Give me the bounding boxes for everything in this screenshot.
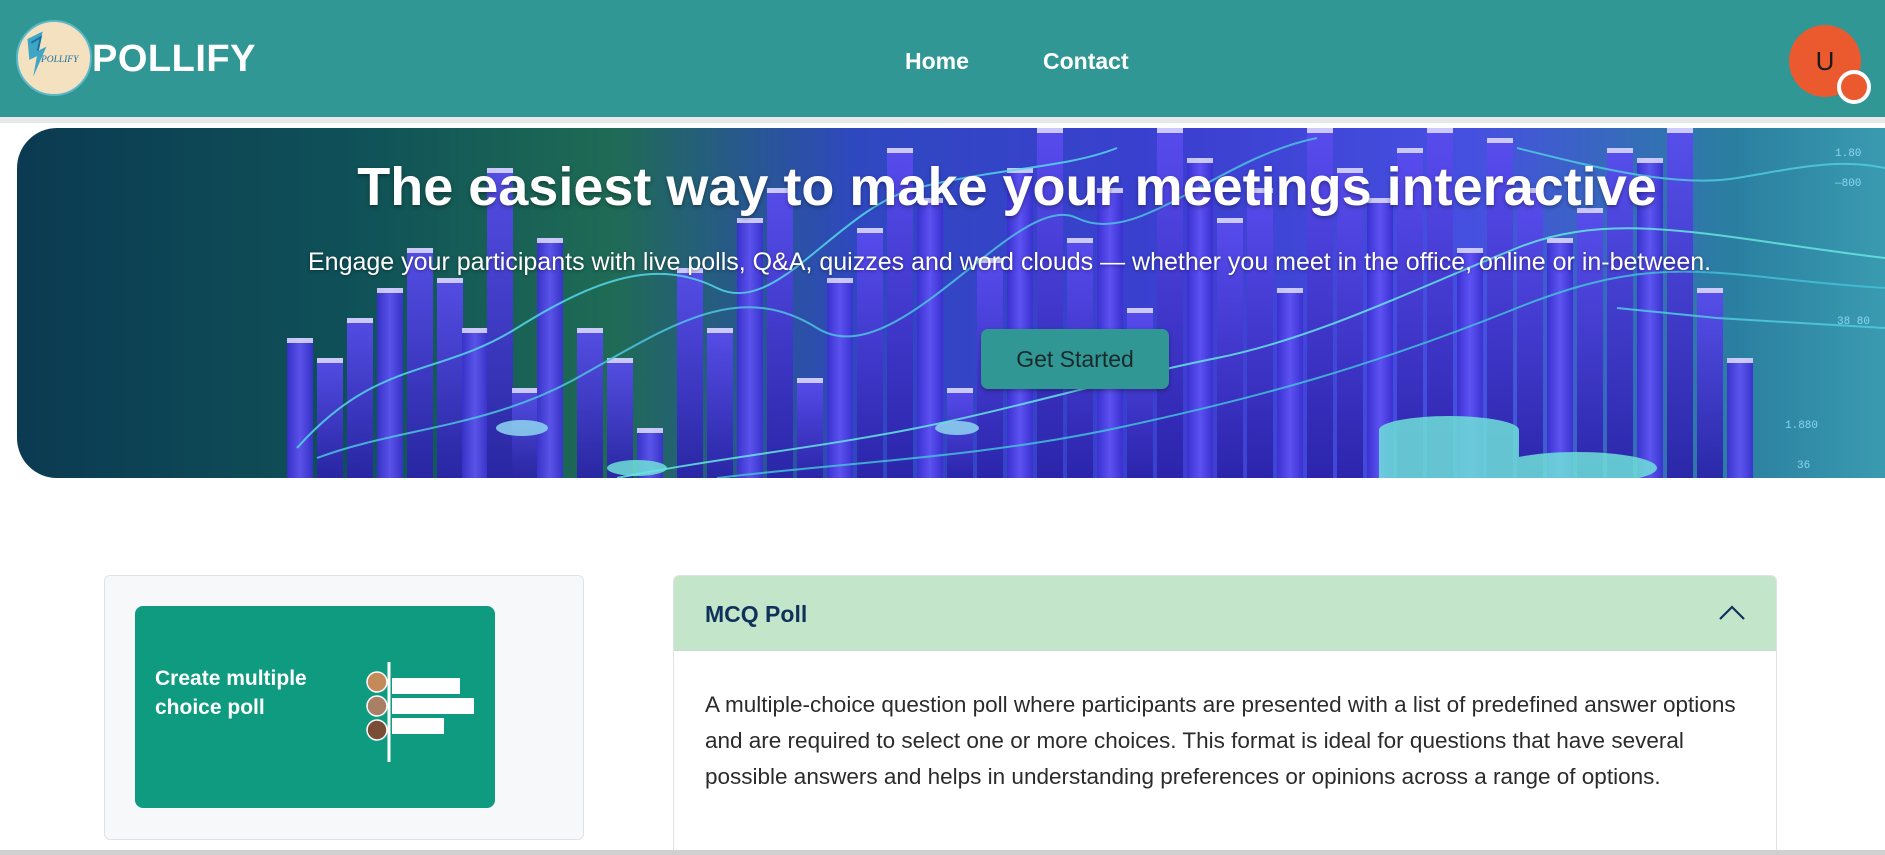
hero-bar-cap: [1697, 288, 1723, 293]
hero-bar: [347, 318, 373, 478]
hero-bar: [677, 268, 703, 478]
hero-bar-cap: [347, 318, 373, 323]
hero-bar: [407, 248, 433, 478]
hero-bar: [287, 338, 313, 478]
hero-bar-cap: [462, 328, 488, 333]
hero-title: The easiest way to make your meetings in…: [357, 157, 1657, 217]
svg-text:36: 36: [1797, 460, 1810, 472]
hero-bar-cap: [437, 278, 463, 283]
poll-type-card: Create multiple choice poll: [104, 575, 584, 840]
svg-text:38 80: 38 80: [1837, 316, 1870, 328]
hero-subtitle: Engage your participants with live polls…: [308, 248, 1712, 276]
hero-bar-cap: [707, 328, 733, 333]
hero-bar-cap: [1217, 218, 1243, 223]
accordion-body: A multiple-choice question poll where pa…: [705, 692, 1736, 789]
poll-bars-icon: [366, 662, 474, 762]
hero-banner: 1.80 —800 38 80 1.880 36 The easiest way…: [17, 128, 1885, 478]
mcq-poll-tile[interactable]: Create multiple choice poll: [135, 606, 495, 808]
accordion-title: MCQ Poll: [705, 601, 808, 627]
hero-bar: [437, 278, 463, 478]
svg-text:1.880: 1.880: [1785, 420, 1818, 432]
hero-bar-cap: [1667, 128, 1693, 133]
hero-bar-cap: [947, 388, 973, 393]
hero-bar-cap: [1067, 238, 1093, 243]
hero-bar: [797, 378, 823, 478]
hero-bar-cap: [377, 288, 403, 293]
hero-bar-cap: [537, 238, 563, 243]
hero-bar-cap: [1547, 238, 1573, 243]
hero-bar-cap: [1397, 148, 1423, 153]
hero-bar-cap: [737, 218, 763, 223]
hero-bar-cap: [887, 148, 913, 153]
hero-bar: [1247, 188, 1273, 478]
hero-bar: [917, 198, 943, 478]
hero-bar-cap: [857, 228, 883, 233]
hero-bar-cap: [1487, 138, 1513, 143]
hero-bar-cap: [1307, 128, 1333, 133]
hero-bar: [607, 358, 633, 478]
nav-home-link[interactable]: Home: [905, 48, 969, 75]
navbar: POLLIFY POLLIFY Home Contact U: [0, 0, 1885, 123]
mcq-poll-accordion: MCQ Poll A multiple-choice question poll…: [673, 575, 1777, 855]
logo-text: POLLIFY: [40, 55, 80, 65]
brand-name: POLLIFY: [92, 38, 256, 80]
hero-bar-cap: [1127, 308, 1153, 313]
hero-bar-cap: [827, 278, 853, 283]
hero-bar-cap: [1727, 358, 1753, 363]
hero-bar-cap: [1427, 128, 1453, 133]
hero-bar: [1727, 358, 1753, 478]
hero-bar-cap: [1607, 148, 1633, 153]
hero-bar-cap: [512, 388, 538, 393]
get-started-button[interactable]: Get Started: [981, 329, 1169, 389]
hero-bar: [1517, 188, 1543, 478]
nav-contact-link[interactable]: Contact: [1043, 48, 1129, 75]
hero-bar: [577, 328, 603, 478]
pollify-logo[interactable]: POLLIFY: [16, 20, 92, 96]
hero-bar: [827, 278, 853, 478]
chevron-up-icon[interactable]: [1717, 601, 1747, 625]
hero-bar-cap: [287, 338, 313, 343]
hero-bar: [317, 358, 343, 478]
hero-bar: [707, 328, 733, 478]
accordion-header[interactable]: MCQ Poll: [674, 576, 1776, 651]
horizontal-scrollbar[interactable]: [0, 850, 1885, 855]
tile-label: Create multiple choice poll: [155, 667, 307, 719]
hero-bar-cap: [797, 378, 823, 383]
hero-bar: [767, 188, 793, 478]
hero-bar-cap: [1277, 288, 1303, 293]
hero-bar-cap: [1157, 128, 1183, 133]
hero-bar-cap: [1037, 128, 1063, 133]
hero-bar-cap: [577, 328, 603, 333]
hero-bar-cap: [637, 428, 663, 433]
status-dot-icon: [1837, 70, 1871, 104]
hero-bar-cap: [317, 358, 343, 363]
logo-graphic: POLLIFY: [18, 22, 90, 94]
